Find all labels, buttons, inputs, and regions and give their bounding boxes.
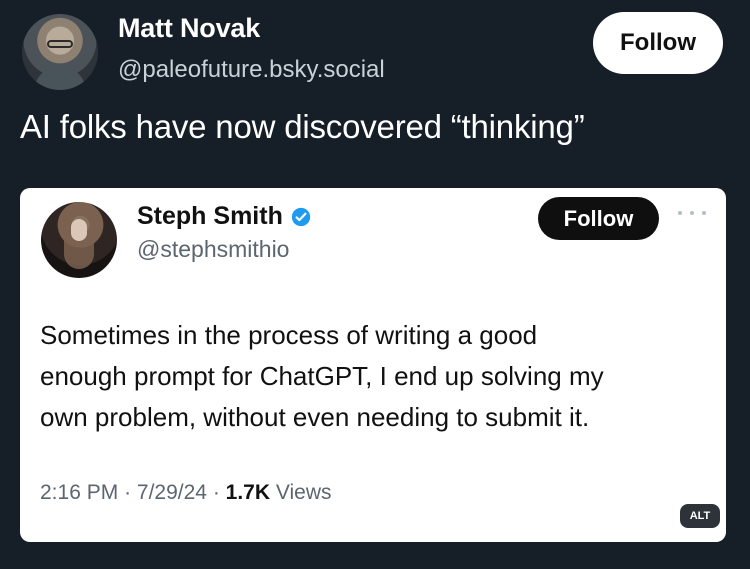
more-dot [702,211,706,215]
shirt-detail [34,66,86,90]
alt-text-button[interactable]: ALT [680,504,720,528]
post-date[interactable]: 7/29/24 [137,481,207,504]
post-time[interactable]: 2:16 PM [40,481,118,504]
metadata-separator: · [124,481,132,504]
verified-badge-icon [291,207,311,226]
quoted-author-name-row: Steph Smith [137,202,312,231]
quoted-follow-button[interactable]: Follow [538,197,659,240]
quoted-text-line: Sometimes in the process of writing a go… [40,320,538,350]
metadata-separator: · [212,481,220,504]
outer-author-avatar[interactable] [22,14,98,90]
glasses-detail [47,40,73,48]
quoted-text-line: own problem, without even needing to sub… [40,402,590,432]
quoted-text-line: enough prompt for ChatGPT, I end up solv… [40,361,604,391]
more-dot [690,211,694,215]
post-metadata: 2:16 PM · 7/29/24 · 1.7K Views [40,481,332,505]
quoted-author-avatar[interactable] [41,202,117,278]
quoted-post-card[interactable]: Steph Smith @stephsmithio Follow Sometim… [20,188,726,542]
outer-author-handle[interactable]: @paleofuture.bsky.social [118,56,385,84]
quoted-post-text: Sometimes in the process of writing a go… [40,315,700,438]
face-detail [71,219,87,241]
more-dot [678,211,682,215]
views-label: Views [275,481,332,504]
quoted-author-handle[interactable]: @stephsmithio [137,236,289,263]
outer-author-name[interactable]: Matt Novak [118,13,260,44]
outer-follow-button[interactable]: Follow [593,12,723,74]
outer-post-text: AI folks have now discovered “thinking” [20,108,585,145]
quoted-author-name[interactable]: Steph Smith [137,202,283,231]
views-count: 1.7K [225,481,271,504]
more-options-icon[interactable] [678,205,706,221]
